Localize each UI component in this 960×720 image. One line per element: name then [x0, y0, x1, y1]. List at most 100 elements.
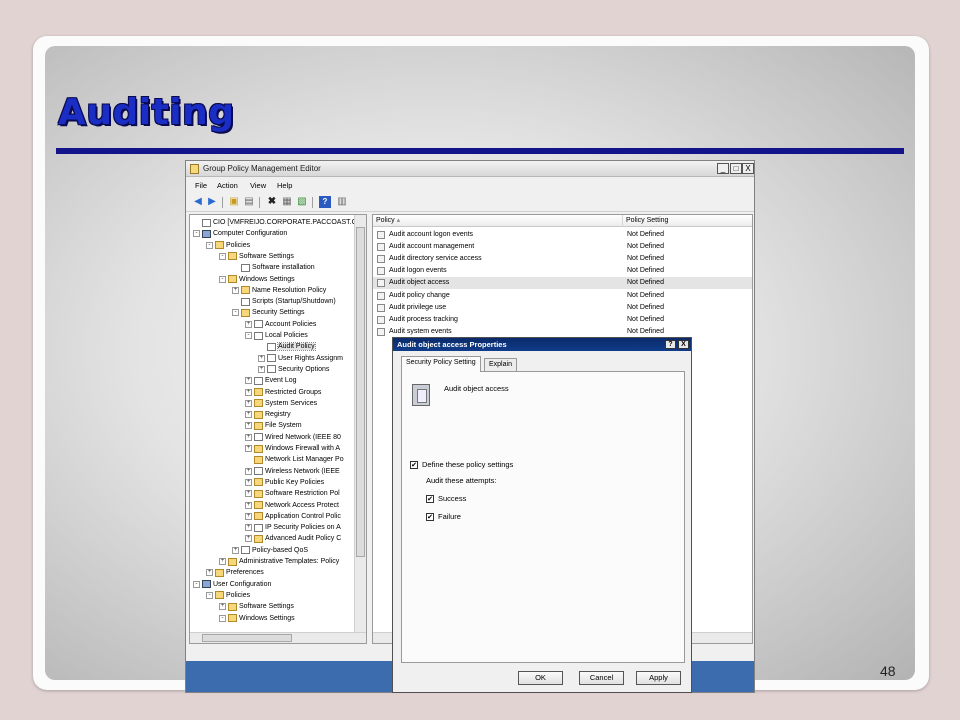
tree-item[interactable]: + System Services: [245, 398, 317, 409]
expand-icon[interactable]: +: [245, 524, 252, 532]
failure-checkbox-row[interactable]: ✔ Failure: [426, 512, 461, 522]
column-header-policy-setting[interactable]: Policy Setting: [623, 215, 752, 227]
collapse-icon[interactable]: -: [206, 241, 213, 249]
policy-row[interactable]: Audit policy change Not Defined: [373, 290, 752, 302]
menu-file[interactable]: File: [195, 181, 207, 190]
delete-icon[interactable]: ✖: [266, 196, 278, 208]
tree-item[interactable]: + Application Control Polic: [245, 511, 341, 522]
tree-item[interactable]: - Software Settings: [219, 251, 294, 262]
close-button[interactable]: X: [742, 163, 754, 174]
expand-icon[interactable]: +: [219, 603, 226, 611]
failure-checkbox[interactable]: ✔: [426, 513, 434, 522]
success-checkbox-row[interactable]: ✔ Success: [426, 494, 466, 504]
tree-item[interactable]: - Local Policies: [245, 330, 308, 341]
tree-scroll-thumb[interactable]: [356, 227, 365, 557]
collapse-icon[interactable]: -: [219, 252, 226, 260]
expand-icon[interactable]: +: [245, 320, 252, 328]
expand-icon[interactable]: +: [245, 490, 252, 498]
tree-item[interactable]: + Software Settings: [219, 601, 294, 612]
dialog-close-button[interactable]: X: [678, 340, 689, 349]
expand-icon[interactable]: +: [258, 365, 265, 373]
cancel-button[interactable]: Cancel: [579, 671, 624, 685]
dialog-titlebar[interactable]: Audit object access Properties ? X: [393, 338, 691, 351]
expand-icon[interactable]: +: [245, 445, 252, 452]
expand-icon[interactable]: +: [245, 467, 252, 475]
tab-explain[interactable]: Explain: [484, 358, 517, 371]
expand-icon[interactable]: +: [245, 388, 252, 396]
menu-action[interactable]: Action: [217, 181, 238, 190]
tree-item[interactable]: + Wired Network (IEEE 80: [245, 432, 341, 443]
collapse-icon[interactable]: -: [206, 591, 213, 599]
forward-arrow-icon[interactable]: ▶: [206, 196, 218, 208]
tree-item[interactable]: + Preferences: [206, 567, 264, 578]
tree-item[interactable]: + Windows Firewall with A: [245, 443, 340, 454]
up-folder-icon[interactable]: ▣: [228, 196, 240, 208]
tree-item[interactable]: + Event Log: [245, 375, 297, 386]
show-hide-tree-icon[interactable]: ▤: [243, 196, 255, 208]
tab-security-policy-setting[interactable]: Security Policy Setting: [401, 356, 481, 372]
ok-button[interactable]: OK: [518, 671, 563, 685]
tree-item[interactable]: CIO [VMFREIJO.CORPORATE.PACCOAST.C: [193, 217, 357, 228]
tree-item[interactable]: + Software Restriction Pol: [245, 488, 340, 499]
tree-item[interactable]: + Administrative Templates: Policy: [219, 556, 339, 567]
expand-icon[interactable]: +: [245, 501, 252, 509]
back-arrow-icon[interactable]: ◀: [192, 196, 204, 208]
export-list-icon[interactable]: ▧: [296, 196, 308, 208]
tree-item[interactable]: + Public Key Policies: [245, 477, 324, 488]
tree-item[interactable]: + Wireless Network (IEEE: [245, 466, 340, 477]
expand-icon[interactable]: +: [245, 422, 252, 430]
expand-icon[interactable]: +: [206, 569, 213, 577]
dialog-help-button[interactable]: ?: [665, 340, 676, 349]
policy-row[interactable]: Audit account logon events Not Defined: [373, 229, 752, 241]
policy-row[interactable]: Audit object access Not Defined: [373, 277, 752, 290]
maximize-button[interactable]: □: [730, 163, 742, 174]
expand-icon[interactable]: +: [245, 399, 252, 407]
expand-icon[interactable]: +: [258, 354, 265, 362]
collapse-icon[interactable]: -: [193, 230, 200, 238]
policy-row[interactable]: Audit logon events Not Defined: [373, 265, 752, 277]
expand-icon[interactable]: +: [245, 535, 252, 543]
expand-icon[interactable]: +: [245, 478, 252, 486]
properties-icon[interactable]: ▦: [281, 196, 293, 208]
tree-item[interactable]: + File System: [245, 420, 302, 431]
window-titlebar[interactable]: Group Policy Management Editor _ □ X: [186, 161, 754, 177]
tree-item[interactable]: + Registry: [245, 409, 291, 420]
expand-icon[interactable]: +: [232, 286, 239, 294]
tree-item[interactable]: + Network Access Protect: [245, 500, 339, 511]
column-header-policy[interactable]: Policy ▴: [373, 215, 623, 227]
apply-button[interactable]: Apply: [636, 671, 681, 685]
policy-row[interactable]: Audit system events Not Defined: [373, 326, 752, 338]
policy-row[interactable]: Audit privilege use Not Defined: [373, 302, 752, 314]
policy-row[interactable]: Audit process tracking Not Defined: [373, 314, 752, 326]
define-policy-checkbox[interactable]: ✔: [410, 461, 418, 470]
collapse-icon[interactable]: -: [232, 309, 239, 317]
help-icon[interactable]: ?: [319, 196, 331, 208]
success-checkbox[interactable]: ✔: [426, 495, 434, 504]
collapse-icon[interactable]: -: [219, 275, 226, 283]
expand-icon[interactable]: +: [245, 433, 252, 441]
tree-item[interactable]: - Windows Settings: [219, 613, 295, 624]
tree-item[interactable]: - Policies: [206, 590, 250, 601]
tree-item[interactable]: + Policy-based QoS: [232, 545, 308, 556]
expand-icon[interactable]: +: [245, 512, 252, 520]
policy-row[interactable]: Audit directory service access Not Define…: [373, 253, 752, 265]
expand-icon[interactable]: +: [219, 558, 226, 565]
tree-item[interactable]: + User Rights Assignm: [258, 353, 343, 364]
tree-item[interactable]: + Account Policies: [245, 319, 316, 330]
tree-item[interactable]: Software installation: [232, 262, 315, 273]
policy-row[interactable]: Audit account management Not Defined: [373, 241, 752, 253]
expand-icon[interactable]: +: [245, 411, 252, 419]
tree-vertical-scrollbar[interactable]: [354, 215, 366, 643]
define-policy-checkbox-row[interactable]: ✔ Define these policy settings: [410, 460, 513, 470]
tree-hscroll-thumb[interactable]: [202, 634, 292, 642]
tree-item[interactable]: + Security Options: [258, 364, 329, 375]
minimize-button[interactable]: _: [717, 163, 729, 174]
tree-item[interactable]: + Name Resolution Policy: [232, 285, 326, 296]
tree-horizontal-scrollbar[interactable]: [190, 632, 366, 643]
tree-item[interactable]: Network List Manager Po: [245, 454, 344, 465]
expand-icon[interactable]: +: [245, 377, 252, 385]
collapse-icon[interactable]: -: [219, 614, 226, 622]
expand-icon[interactable]: +: [232, 546, 239, 554]
tree-item[interactable]: - Windows Settings: [219, 274, 295, 285]
collapse-icon[interactable]: -: [245, 332, 252, 339]
